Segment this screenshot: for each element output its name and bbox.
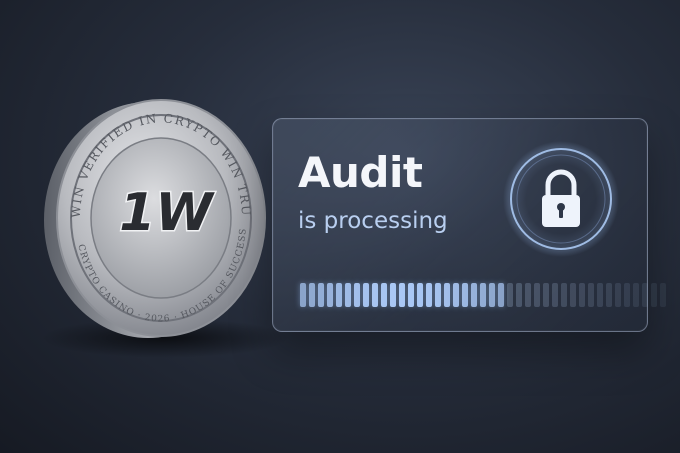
audit-title: Audit xyxy=(298,148,423,197)
progress-segment-filled xyxy=(327,283,333,307)
coin-1w: WIN VERIFIED IN CRYPTO WIN TRUST CRYPTO … xyxy=(20,92,280,344)
progress-segment-filled xyxy=(462,283,468,307)
progress-segment-filled xyxy=(309,283,315,307)
progress-segment-empty xyxy=(624,283,630,307)
progress-segment-empty xyxy=(516,283,522,307)
progress-segment-filled xyxy=(480,283,486,307)
progress-segment-empty xyxy=(597,283,603,307)
progress-segment-empty xyxy=(579,283,585,307)
progress-segment-empty xyxy=(588,283,594,307)
progress-segment-filled xyxy=(354,283,360,307)
audit-subtitle: is processing xyxy=(298,208,448,234)
progress-segment-filled xyxy=(318,283,324,307)
progress-segment-filled xyxy=(417,283,423,307)
progress-segment-filled xyxy=(345,283,351,307)
progress-segment-empty xyxy=(606,283,612,307)
progress-segment-filled xyxy=(453,283,459,307)
coin-logo: 1W xyxy=(119,183,215,243)
progress-segment-empty xyxy=(633,283,639,307)
progress-segment-filled xyxy=(363,283,369,307)
progress-segment-empty xyxy=(561,283,567,307)
progress-segment-filled xyxy=(399,283,405,307)
progress-segment-empty xyxy=(651,283,657,307)
progress-segment-empty xyxy=(660,283,666,307)
progress-segment-empty xyxy=(570,283,576,307)
progress-segment-filled xyxy=(489,283,495,307)
progress-segment-filled xyxy=(372,283,378,307)
progress-segment-filled xyxy=(444,283,450,307)
progress-segment-empty xyxy=(642,283,648,307)
hero-scene: WIN VERIFIED IN CRYPTO WIN TRUST CRYPTO … xyxy=(0,0,680,453)
progress-segment-filled xyxy=(426,283,432,307)
padlock-icon xyxy=(502,140,620,258)
progress-segment-empty xyxy=(552,283,558,307)
progress-segment-filled xyxy=(390,283,396,307)
progress-segment-empty xyxy=(534,283,540,307)
progress-segment-empty xyxy=(525,283,531,307)
progress-segment-empty xyxy=(615,283,621,307)
progress-segment-filled xyxy=(408,283,414,307)
progress-segment-filled xyxy=(435,283,441,307)
progress-segment-filled xyxy=(300,283,306,307)
audit-progress-bar xyxy=(300,283,666,307)
progress-segment-empty xyxy=(507,283,513,307)
coin-graphic: WIN VERIFIED IN CRYPTO WIN TRUST CRYPTO … xyxy=(20,92,266,338)
progress-segment-filled xyxy=(381,283,387,307)
progress-segment-filled xyxy=(471,283,477,307)
progress-segment-filled xyxy=(498,283,504,307)
progress-segment-empty xyxy=(543,283,549,307)
progress-segment-filled xyxy=(336,283,342,307)
